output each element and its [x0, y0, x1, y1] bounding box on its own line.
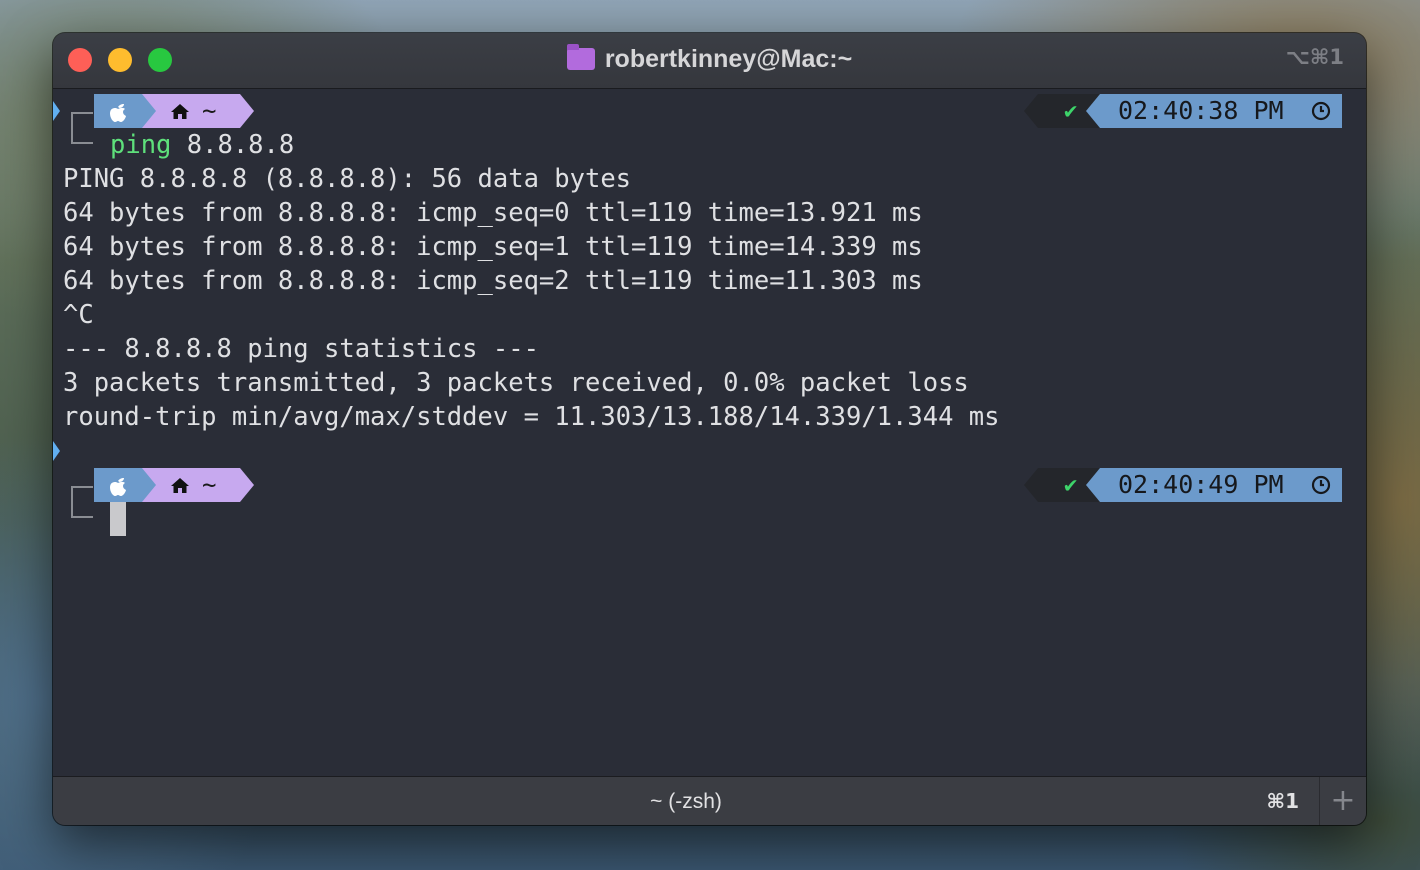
prompt-path: ~	[202, 471, 217, 499]
check-icon: ✔	[1064, 473, 1078, 498]
folder-icon	[566, 44, 595, 70]
prompt-time-segment: 02:40:49 PM	[1086, 468, 1342, 502]
output-line: ^C	[63, 300, 94, 330]
output-line: PING 8.8.8.8 (8.8.8.8): 56 data bytes	[63, 164, 632, 194]
command-line: ping 8.8.8.8	[110, 128, 294, 162]
prompt-time-segment: 02:40:38 PM	[1086, 94, 1342, 128]
output-line: 64 bytes from 8.8.8.8: icmp_seq=0 ttl=11…	[63, 198, 923, 228]
title-bar[interactable]: robertkinney@Mac:~ ⌥⌘1	[53, 33, 1366, 89]
check-icon: ✔	[1064, 99, 1078, 124]
window-title: robertkinney@Mac:~	[604, 45, 853, 73]
terminal-window: robertkinney@Mac:~ ⌥⌘1 ~ ✔ 02:40:38 PM p…	[53, 33, 1366, 825]
output-line: 64 bytes from 8.8.8.8: icmp_seq=1 ttl=11…	[63, 232, 923, 262]
new-tab-button[interactable]: +	[1319, 777, 1366, 825]
prompt-bracket	[71, 112, 93, 144]
output-line: round-trip min/avg/max/stddev = 11.303/1…	[63, 402, 1000, 432]
tab-zsh[interactable]: ~ (-zsh)	[53, 777, 1319, 825]
apple-icon	[110, 104, 126, 122]
command-args: 8.8.8.8	[171, 130, 295, 160]
prompt-time: 02:40:49 PM	[1118, 470, 1284, 499]
home-icon	[171, 478, 189, 493]
terminal-content[interactable]: ~ ✔ 02:40:38 PM ping 8.8.8.8 PING 8.8.8.…	[53, 89, 1366, 776]
prompt-marker-icon	[53, 441, 60, 461]
output-line: 3 packets transmitted, 3 packets receive…	[63, 368, 969, 398]
prompt-os-segment	[94, 468, 156, 502]
prompt-path-segment: ~	[142, 94, 254, 128]
output-line: --- 8.8.8.8 ping statistics ---	[63, 334, 539, 364]
command-name: ping	[110, 130, 172, 160]
apple-icon	[110, 478, 126, 496]
prompt-time: 02:40:38 PM	[1118, 96, 1284, 125]
output-line: 64 bytes from 8.8.8.8: icmp_seq=2 ttl=11…	[63, 266, 923, 296]
prompt-path-segment: ~	[142, 468, 254, 502]
window-shortcut: ⌥⌘1	[1285, 45, 1344, 69]
window-title-group: robertkinney@Mac:~	[53, 44, 1366, 74]
tab-shortcut: ⌘1	[1266, 789, 1299, 813]
text-cursor[interactable]	[110, 502, 126, 536]
prompt-os-segment	[94, 94, 156, 128]
prompt-bracket	[71, 486, 93, 518]
prompt-path: ~	[202, 97, 217, 125]
tab-bar: ~ (-zsh) ⌘1 +	[53, 776, 1366, 825]
clock-icon	[1311, 101, 1331, 121]
clock-icon	[1311, 475, 1331, 495]
home-icon	[171, 104, 189, 119]
prompt-marker-icon	[53, 101, 60, 121]
